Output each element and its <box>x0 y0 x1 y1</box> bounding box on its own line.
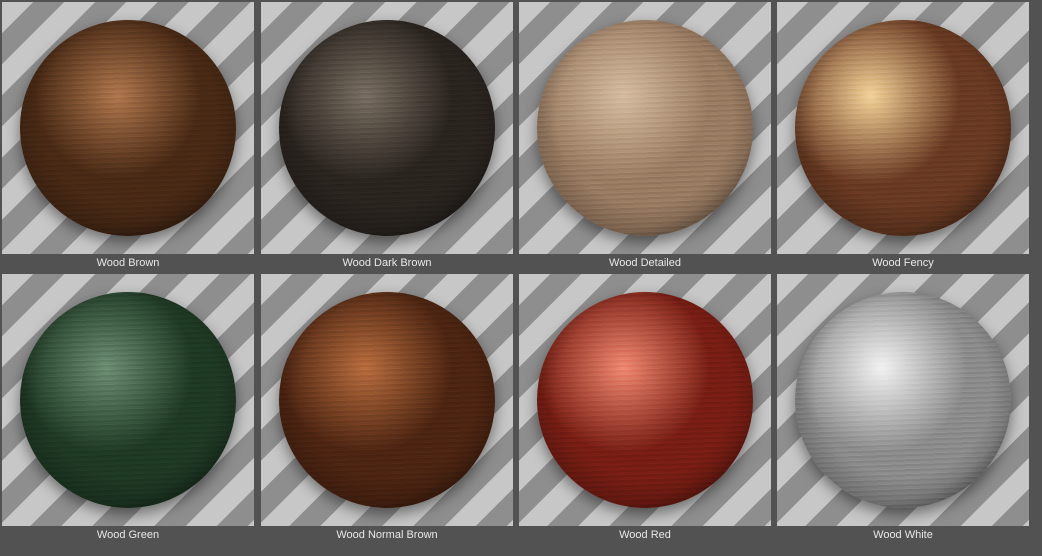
material-label: Wood Green <box>96 529 160 541</box>
material-label: Wood Dark Brown <box>342 257 432 269</box>
material-thumbnail[interactable] <box>261 274 513 526</box>
material-tile-wood-white[interactable]: Wood White <box>777 274 1029 544</box>
material-tile-wood-red[interactable]: Wood Red <box>519 274 771 544</box>
material-tile-wood-dark-brown[interactable]: Wood Dark Brown <box>261 2 513 272</box>
material-tile-wood-green[interactable]: Wood Green <box>2 274 254 544</box>
material-tile-wood-detailed[interactable]: Wood Detailed <box>519 2 771 272</box>
material-tile-wood-brown[interactable]: Wood Brown <box>2 2 254 272</box>
material-thumbnail[interactable] <box>777 274 1029 526</box>
material-label: Wood Normal Brown <box>336 529 438 541</box>
material-thumbnail[interactable] <box>519 274 771 526</box>
material-thumbnail[interactable] <box>261 2 513 254</box>
material-sphere-preview <box>795 20 1011 236</box>
material-thumbnail[interactable] <box>777 2 1029 254</box>
material-sphere-preview <box>279 20 495 236</box>
material-thumbnail[interactable] <box>2 274 254 526</box>
material-label: Wood Red <box>619 529 671 541</box>
material-sphere-preview <box>20 292 236 508</box>
material-label: Wood White <box>873 529 933 541</box>
material-label: Wood Fency <box>872 257 934 269</box>
material-tile-wood-fency[interactable]: Wood Fency <box>777 2 1029 272</box>
material-label: Wood Detailed <box>609 257 681 269</box>
material-tile-wood-normal-brown[interactable]: Wood Normal Brown <box>261 274 513 544</box>
material-sphere-preview <box>537 292 753 508</box>
material-label: Wood Brown <box>96 257 160 269</box>
material-browser-grid: Wood Brown Wood Dark Brown Wood Detailed… <box>0 0 1042 556</box>
material-thumbnail[interactable] <box>519 2 771 254</box>
material-sphere-preview <box>20 20 236 236</box>
material-thumbnail[interactable] <box>2 2 254 254</box>
material-sphere-preview <box>279 292 495 508</box>
material-sphere-preview <box>537 20 753 236</box>
material-sphere-preview <box>795 292 1011 508</box>
